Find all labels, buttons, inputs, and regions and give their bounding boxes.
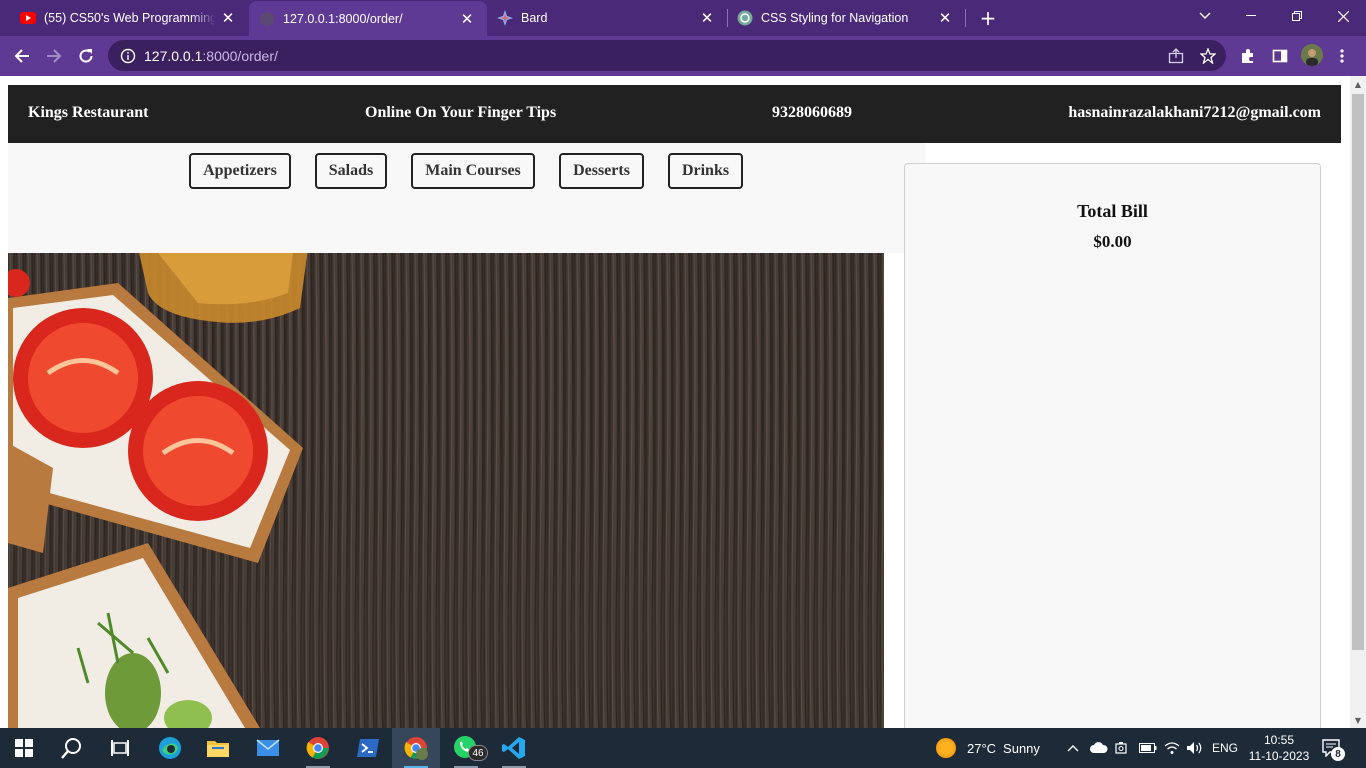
bill-title: Total Bill [1077,201,1148,221]
file-explorer-icon[interactable] [194,728,242,768]
new-tab-button[interactable]: + [976,6,1000,30]
share-icon[interactable] [1164,44,1188,68]
restore-button[interactable] [1274,0,1320,32]
scroll-up-arrow[interactable]: ▲ [1350,76,1366,92]
close-tab-icon[interactable]: ✕ [216,6,240,30]
food-background-image [8,253,884,728]
notifications-icon[interactable]: 8 [1322,728,1345,768]
tab-search-icon[interactable] [1182,0,1228,32]
chrome-profile-icon[interactable] [392,728,440,768]
close-window-button[interactable] [1320,0,1366,32]
back-button[interactable] [8,42,36,70]
tab-bard[interactable]: Bard ✕ [487,0,728,35]
whatsapp-icon[interactable]: 46 [442,728,490,768]
category-salads-button[interactable]: Salads [315,153,387,189]
tab-title: (55) CS50's Web Programming w [44,10,216,25]
notification-badge: 8 [1331,747,1345,761]
language-indicator[interactable]: ENG [1212,728,1238,768]
minimize-button[interactable] [1228,0,1274,32]
side-panel-icon[interactable] [1266,42,1294,70]
bill-amount: $0.00 [1093,232,1132,251]
camera-icon[interactable] [1115,728,1129,768]
show-hidden-icons-icon[interactable] [1067,728,1079,768]
category-appetizers-button[interactable]: Appetizers [189,153,291,189]
mail-icon[interactable] [244,728,292,768]
address-bar[interactable]: 127.0.0.1:8000/order/ [108,40,1226,71]
reload-button[interactable] [72,42,100,70]
close-tab-icon[interactable]: ✕ [455,7,479,31]
browser-tab-strip: (55) CS50's Web Programming w ✕ 127.0.0.… [0,0,1366,36]
bill-panel: Total Bill $0.00 [904,163,1321,728]
more-menu-icon[interactable] [1328,42,1356,70]
close-tab-icon[interactable]: ✕ [933,6,957,30]
tab-order[interactable]: 127.0.0.1:8000/order/ ✕ [249,1,487,36]
menu-category-bar: Appetizers Salads Main Courses Desserts … [8,143,926,253]
category-drinks-button[interactable]: Drinks [668,153,743,189]
windows-start-icon[interactable] [0,728,48,768]
powershell-icon[interactable] [344,728,392,768]
close-tab-icon[interactable]: ✕ [695,6,719,30]
site-header: Kings Restaurant Online On Your Finger T… [8,85,1341,143]
chatgpt-icon [737,10,753,26]
tagline: Online On Your Finger Tips [365,104,557,121]
weather-desc: Sunny [1003,740,1040,756]
category-main-courses-button[interactable]: Main Courses [411,153,535,189]
tab-css-styling[interactable]: CSS Styling for Navigation ✕ [727,0,966,35]
browser-toolbar: 127.0.0.1:8000/order/ [0,36,1366,76]
edge-browser-icon[interactable] [146,728,194,768]
search-icon[interactable] [48,728,96,768]
phone-number: 9328060689 [772,104,852,121]
volume-icon[interactable] [1186,728,1204,768]
clock-time: 10:55 [1263,733,1295,747]
clock[interactable]: 10:55 11-10-2023 [1244,732,1314,764]
whatsapp-badge: 46 [468,745,488,761]
chrome-icon[interactable] [294,728,342,768]
scroll-thumb[interactable] [1352,94,1364,650]
forward-button[interactable] [40,42,68,70]
battery-icon[interactable] [1139,728,1157,768]
tab-title: 127.0.0.1:8000/order/ [283,11,403,26]
bard-icon [497,9,513,26]
tab-cs50[interactable]: (55) CS50's Web Programming w ✕ [0,0,248,35]
weather-widget[interactable]: 27°C Sunny [936,728,1040,768]
tab-title: CSS Styling for Navigation [761,10,909,25]
weather-temp: 27°C [967,740,997,756]
youtube-icon [20,10,36,26]
task-view-icon[interactable] [96,728,144,768]
profile-avatar[interactable] [1301,44,1323,66]
site-info-icon[interactable] [120,48,136,64]
brand-name[interactable]: Kings Restaurant [28,104,148,122]
bookmark-star-icon[interactable] [1196,44,1220,68]
sun-icon [936,738,956,758]
windows-taskbar: 46 27°C Sunny ENG 10:55 11-10-2023 8 [0,728,1366,768]
url-text: 127.0.0.1:8000/order/ [144,47,278,64]
globe-icon [259,11,275,27]
web-page: Kings Restaurant Online On Your Finger T… [0,76,1350,728]
scroll-down-arrow[interactable]: ▼ [1350,712,1366,728]
tab-title: Bard [521,10,548,25]
wifi-icon[interactable] [1164,728,1180,768]
onedrive-icon[interactable] [1090,728,1108,768]
extensions-icon[interactable] [1234,42,1262,70]
email-address: hasnainrazalakhani7212@gmail.com [1068,104,1321,121]
page-scrollbar[interactable]: ▲ ▼ [1350,76,1366,728]
category-desserts-button[interactable]: Desserts [559,153,644,189]
clock-date: 11-10-2023 [1248,749,1310,763]
vscode-icon[interactable] [490,728,538,768]
